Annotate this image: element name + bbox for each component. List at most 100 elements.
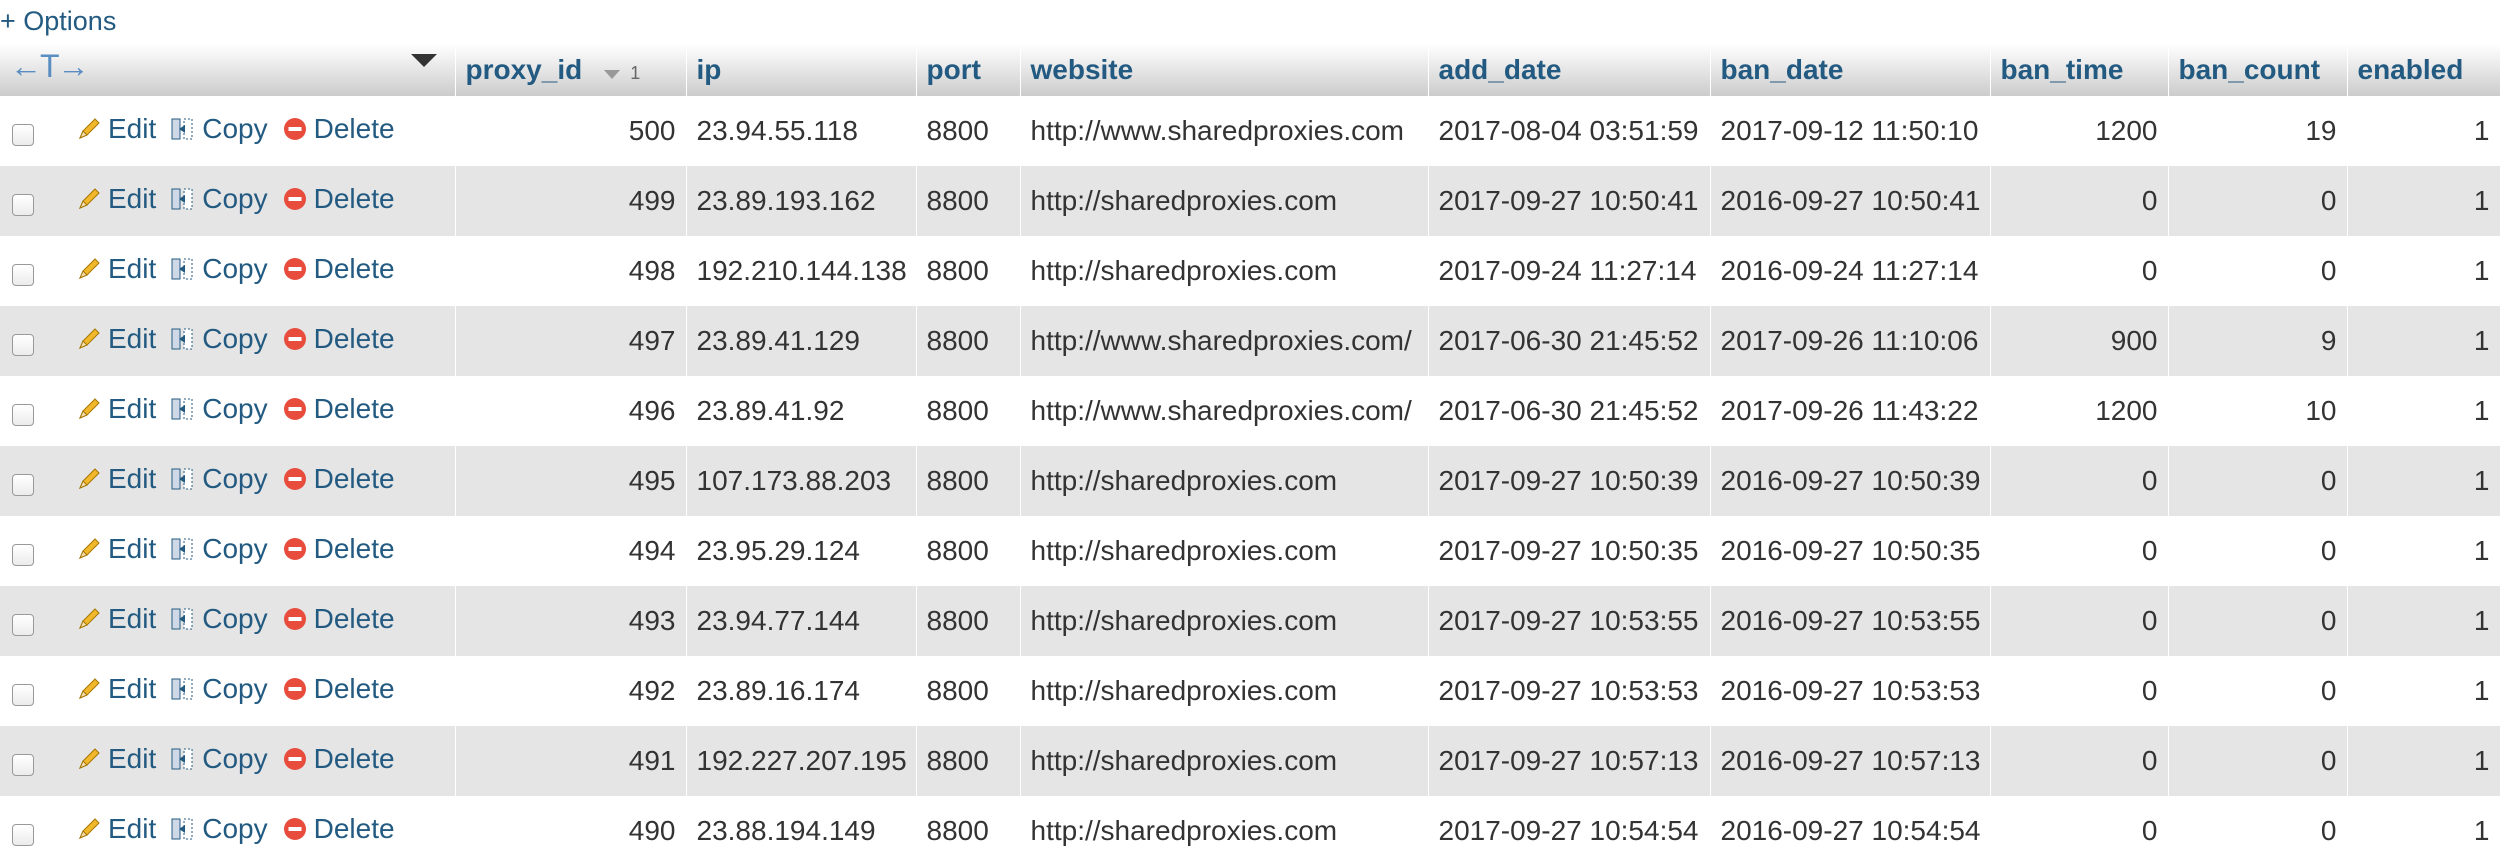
delete-link[interactable]: Delete — [282, 673, 395, 705]
cell-website[interactable]: http://www.sharedproxies.com — [1020, 96, 1428, 166]
edit-link[interactable]: Edit — [76, 743, 156, 775]
copy-link[interactable]: Copy — [170, 743, 268, 775]
cell-ban-time[interactable]: 1200 — [1990, 96, 2168, 166]
copy-link[interactable]: Copy — [170, 813, 268, 845]
edit-link[interactable]: Edit — [76, 183, 156, 215]
row-select-checkbox[interactable] — [12, 753, 34, 776]
edit-link[interactable]: Edit — [76, 113, 156, 145]
delete-link[interactable]: Delete — [282, 813, 395, 845]
row-select-checkbox[interactable] — [12, 123, 34, 146]
cell-ban-time[interactable]: 0 — [1990, 796, 2168, 866]
cell-enabled[interactable]: 1 — [2347, 656, 2500, 726]
cell-port[interactable]: 8800 — [916, 236, 1020, 306]
edit-link[interactable]: Edit — [76, 393, 156, 425]
cell-ban-date[interactable]: 2016-09-27 10:53:55 — [1710, 586, 1990, 656]
copy-link[interactable]: Copy — [170, 603, 268, 635]
copy-link[interactable]: Copy — [170, 393, 268, 425]
row-select-checkbox[interactable] — [12, 333, 34, 356]
cell-enabled[interactable]: 1 — [2347, 96, 2500, 166]
edit-link[interactable]: Edit — [76, 323, 156, 355]
cell-ban-count[interactable]: 0 — [2168, 516, 2347, 586]
cell-proxy-id[interactable]: 493 — [455, 586, 686, 656]
column-header-label[interactable]: ban_date — [1721, 54, 1844, 85]
cell-ban-time[interactable]: 0 — [1990, 656, 2168, 726]
cell-ip[interactable]: 23.89.41.129 — [686, 306, 916, 376]
cell-add-date[interactable]: 2017-09-27 10:57:13 — [1428, 726, 1710, 796]
cell-add-date[interactable]: 2017-06-30 21:45:52 — [1428, 306, 1710, 376]
cell-ban-date[interactable]: 2017-09-26 11:10:06 — [1710, 306, 1990, 376]
row-select-checkbox[interactable] — [12, 193, 34, 216]
cell-ban-date[interactable]: 2016-09-27 10:50:35 — [1710, 516, 1990, 586]
cell-ip[interactable]: 192.210.144.138 — [686, 236, 916, 306]
cell-enabled[interactable]: 1 — [2347, 446, 2500, 516]
cell-add-date[interactable]: 2017-09-27 10:53:53 — [1428, 656, 1710, 726]
cell-website[interactable]: http://sharedproxies.com — [1020, 796, 1428, 866]
cell-ban-time[interactable]: 0 — [1990, 726, 2168, 796]
column-header-port[interactable]: port — [916, 44, 1021, 96]
delete-link[interactable]: Delete — [282, 463, 395, 495]
delete-link[interactable]: Delete — [282, 183, 395, 215]
cell-add-date[interactable]: 2017-09-27 10:53:55 — [1428, 586, 1710, 656]
delete-link[interactable]: Delete — [282, 743, 395, 775]
cell-port[interactable]: 8800 — [916, 656, 1020, 726]
cell-website[interactable]: http://sharedproxies.com — [1020, 586, 1428, 656]
column-header-ban-date[interactable]: ban_date — [1710, 44, 1991, 96]
cell-ban-count[interactable]: 0 — [2168, 656, 2347, 726]
delete-link[interactable]: Delete — [282, 393, 395, 425]
copy-link[interactable]: Copy — [170, 183, 268, 215]
cell-ban-count[interactable]: 19 — [2168, 96, 2347, 166]
cell-website[interactable]: http://sharedproxies.com — [1020, 516, 1428, 586]
cell-ban-date[interactable]: 2016-09-24 11:27:14 — [1710, 236, 1990, 306]
cell-ip[interactable]: 23.89.16.174 — [686, 656, 916, 726]
edit-link[interactable]: Edit — [76, 253, 156, 285]
cell-add-date[interactable]: 2017-09-27 10:50:35 — [1428, 516, 1710, 586]
cell-ban-time[interactable]: 0 — [1990, 516, 2168, 586]
cell-port[interactable]: 8800 — [916, 586, 1020, 656]
cell-ban-count[interactable]: 0 — [2168, 446, 2347, 516]
edit-link[interactable]: Edit — [76, 673, 156, 705]
cell-ban-date[interactable]: 2016-09-27 10:50:39 — [1710, 446, 1990, 516]
cell-ip[interactable]: 107.173.88.203 — [686, 446, 916, 516]
column-header-label[interactable]: ban_time — [2001, 54, 2124, 85]
cell-ban-date[interactable]: 2016-09-27 10:54:54 — [1710, 796, 1990, 866]
cell-ban-count[interactable]: 0 — [2168, 586, 2347, 656]
row-select-checkbox[interactable] — [12, 543, 34, 566]
cell-add-date[interactable]: 2017-09-24 11:27:14 — [1428, 236, 1710, 306]
column-header-ip[interactable]: ip — [686, 44, 917, 96]
copy-link[interactable]: Copy — [170, 533, 268, 565]
row-select-checkbox[interactable] — [12, 263, 34, 286]
delete-link[interactable]: Delete — [282, 323, 395, 355]
cell-port[interactable]: 8800 — [916, 376, 1020, 446]
cell-ban-time[interactable]: 0 — [1990, 446, 2168, 516]
edit-link[interactable]: Edit — [76, 533, 156, 565]
column-header-ban-time[interactable]: ban_time — [1990, 44, 2169, 96]
edit-link[interactable]: Edit — [76, 463, 156, 495]
cell-enabled[interactable]: 1 — [2347, 586, 2500, 656]
cell-add-date[interactable]: 2017-09-27 10:50:39 — [1428, 446, 1710, 516]
cell-proxy-id[interactable]: 500 — [455, 96, 686, 166]
cell-website[interactable]: http://sharedproxies.com — [1020, 166, 1428, 236]
column-header-label[interactable]: add_date — [1439, 54, 1562, 85]
cell-website[interactable]: http://www.sharedproxies.com/ — [1020, 376, 1428, 446]
column-header-add-date[interactable]: add_date — [1428, 44, 1711, 96]
cell-ban-time[interactable]: 1200 — [1990, 376, 2168, 446]
copy-link[interactable]: Copy — [170, 323, 268, 355]
sort-indicator[interactable]: 1 — [604, 63, 640, 83]
column-resize-arrows-icon[interactable]: ←T→ — [10, 48, 90, 85]
cell-port[interactable]: 8800 — [916, 96, 1020, 166]
column-header-label[interactable]: ip — [697, 54, 722, 85]
cell-add-date[interactable]: 2017-06-30 21:45:52 — [1428, 376, 1710, 446]
cell-ban-count[interactable]: 10 — [2168, 376, 2347, 446]
cell-ban-count[interactable]: 9 — [2168, 306, 2347, 376]
delete-link[interactable]: Delete — [282, 603, 395, 635]
cell-ban-date[interactable]: 2017-09-12 11:50:10 — [1710, 96, 1990, 166]
cell-add-date[interactable]: 2017-09-27 10:54:54 — [1428, 796, 1710, 866]
cell-website[interactable]: http://sharedproxies.com — [1020, 726, 1428, 796]
edit-link[interactable]: Edit — [76, 813, 156, 845]
cell-ban-count[interactable]: 0 — [2168, 796, 2347, 866]
column-header-website[interactable]: website — [1020, 44, 1429, 96]
column-header-label[interactable]: ban_count — [2179, 54, 2321, 85]
cell-enabled[interactable]: 1 — [2347, 376, 2500, 446]
cell-ban-date[interactable]: 2016-09-27 10:50:41 — [1710, 166, 1990, 236]
cell-ban-count[interactable]: 0 — [2168, 726, 2347, 796]
